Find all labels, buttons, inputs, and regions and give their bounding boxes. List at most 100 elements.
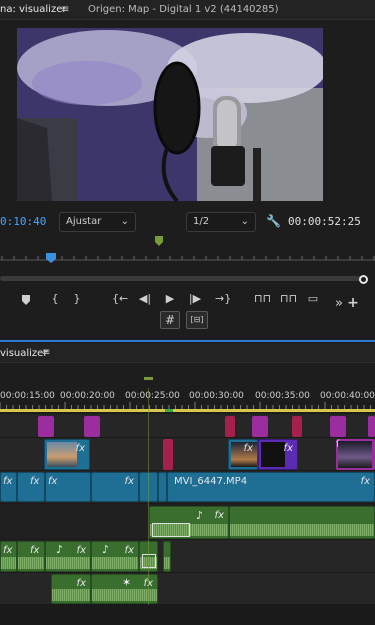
fx-badge: fx	[243, 443, 253, 454]
music-note-icon: ♪	[56, 543, 64, 556]
adjustment-clip[interactable]	[252, 416, 268, 437]
tab-menu-icon[interactable]: ≡	[61, 4, 69, 15]
audio-waveform	[1, 557, 16, 569]
monitor-playhead[interactable]	[46, 253, 56, 263]
tab-source-monitor[interactable]: Origen: Map - Digital 1 v2 (44140285)	[88, 4, 279, 15]
wrench-icon[interactable]: 🔧	[266, 214, 281, 228]
marker-icon[interactable]	[20, 294, 34, 306]
video-preview	[17, 28, 323, 201]
monitor-time-ruler[interactable]	[0, 246, 375, 264]
video-clip[interactable]: fx	[0, 472, 17, 502]
step-forward-icon[interactable]: |▶	[188, 292, 202, 305]
fx-badge: fx	[75, 443, 85, 454]
keyframe-box	[142, 554, 156, 568]
transport-controls: { } {← ◀| ▶ |▶ →} ⊓⊓ ⊓⊓ ▭ » +	[0, 292, 375, 311]
track-v4	[0, 414, 375, 438]
fx-badge: fx	[3, 476, 13, 487]
video-clip[interactable]	[163, 439, 173, 470]
adjustment-clip[interactable]	[330, 416, 346, 437]
monitor-ruler-ticks	[0, 256, 375, 261]
work-area-bar[interactable]	[0, 409, 375, 412]
audio-clip[interactable]: ♪ fx	[149, 506, 229, 539]
more-controls-button[interactable]: »	[332, 296, 346, 311]
audio-clip[interactable]: fx	[51, 574, 91, 604]
fx-badge: fx	[30, 545, 40, 556]
audio-clip[interactable]	[229, 506, 375, 539]
go-to-out-icon[interactable]: →}	[215, 292, 231, 305]
audio-waveform	[52, 589, 90, 601]
audio-waveform	[164, 557, 170, 569]
fit-dropdown[interactable]: Ajustar ⌄	[59, 212, 136, 232]
step-back-icon[interactable]: ◀|	[138, 292, 152, 305]
video-clip-thumbnail[interactable]: fx	[44, 439, 90, 470]
tab-program-monitor[interactable]: na: visualizer	[0, 4, 66, 15]
lift-icon[interactable]: ⊓⊓	[254, 292, 271, 305]
chevron-down-icon: ⌄	[240, 216, 249, 227]
timeline-scrollbar[interactable]	[0, 605, 375, 625]
audio-waveform	[18, 557, 44, 569]
ruler-label: 00:00:30:00	[189, 391, 244, 401]
audio-clip[interactable]: ♪ fx	[91, 541, 139, 572]
panel-focus-divider	[0, 340, 375, 342]
adjustment-clip[interactable]	[38, 416, 54, 437]
ruler-label: 00:00:25:00	[125, 391, 180, 401]
playhead-position-marker	[165, 409, 173, 412]
clip-thumbnail-image	[261, 442, 285, 467]
adjustment-clip[interactable]	[225, 416, 235, 437]
video-clip-thumbnail[interactable]: fx	[258, 439, 298, 470]
video-clip-thumbnail[interactable]: fx	[228, 439, 258, 470]
tab-timeline-sequence[interactable]: visualizer	[0, 348, 47, 359]
zoom-scroll-bar[interactable]	[0, 276, 366, 281]
fx-badge: fx	[3, 545, 13, 556]
fx-badge: fx	[30, 476, 40, 487]
in-point-icon[interactable]: {	[48, 292, 62, 305]
comparison-view-icon[interactable]: [⊟]	[186, 311, 208, 329]
adjustment-clip[interactable]	[368, 416, 375, 437]
ruler-label: 00:00:20:00	[60, 391, 115, 401]
video-clip[interactable]: fx	[17, 472, 45, 502]
play-icon[interactable]: ▶	[163, 292, 177, 305]
sparkle-icon: ✶	[122, 576, 132, 589]
ruler-label: 00:00:40:00	[320, 391, 375, 401]
current-timecode[interactable]: 0:10:40	[0, 215, 46, 228]
timeline-playhead-line	[148, 388, 149, 605]
monitor-in-marker-icon	[155, 236, 163, 246]
video-clip-mvi-6447[interactable]: MVI_6447.MP4 fx	[167, 472, 375, 502]
audio-waveform	[230, 524, 374, 536]
fx-badge: fx	[214, 510, 224, 521]
fx-badge: fx	[360, 476, 370, 487]
zoom-scroll-handle[interactable]	[359, 275, 368, 284]
extract-icon[interactable]: ⊓⊓	[280, 292, 297, 305]
fx-badge: fx	[124, 545, 134, 556]
export-frame-icon[interactable]: ▭	[305, 292, 321, 305]
audio-clip[interactable]: fx	[17, 541, 45, 572]
adjustment-clip[interactable]	[84, 416, 100, 437]
resolution-dropdown[interactable]: 1/2 ⌄	[186, 212, 256, 232]
add-button-icon[interactable]: +	[346, 295, 360, 311]
tab-menu-icon[interactable]: ≡	[42, 347, 50, 358]
video-clip-thumbnail[interactable]: fx	[336, 439, 375, 470]
timeline-tabs: visualizer ≡	[0, 343, 375, 363]
music-note-icon: ♪	[102, 543, 110, 556]
resolution-dropdown-label: 1/2	[193, 216, 210, 227]
go-to-in-icon[interactable]: {←	[112, 292, 128, 305]
audio-waveform	[92, 557, 138, 569]
out-point-icon[interactable]: }	[70, 292, 84, 305]
fx-badge: fx	[76, 578, 86, 589]
fit-dropdown-label: Ajustar	[66, 216, 102, 227]
adjustment-clip[interactable]	[292, 416, 302, 437]
program-monitor-tabs: na: visualizer ≡ Origen: Map - Digital 1…	[0, 0, 375, 20]
audio-clip[interactable]: ♪ fx	[45, 541, 91, 572]
audio-clip[interactable]: fx	[0, 541, 17, 572]
fx-badge: fx	[76, 545, 86, 556]
music-note-icon: ♪	[196, 509, 204, 522]
duration-timecode: 00:00:52:25	[288, 215, 361, 228]
chevron-down-icon: ⌄	[120, 216, 129, 227]
safe-margins-icon[interactable]: #	[160, 311, 180, 329]
ruler-label: 00:00:15:00	[0, 391, 55, 401]
video-clip[interactable]: fx	[91, 472, 139, 502]
video-clip[interactable]	[158, 472, 167, 502]
video-clip[interactable]: fx	[45, 472, 91, 502]
clip-name-label: MVI_6447.MP4	[174, 476, 248, 487]
audio-clip[interactable]	[163, 541, 171, 572]
